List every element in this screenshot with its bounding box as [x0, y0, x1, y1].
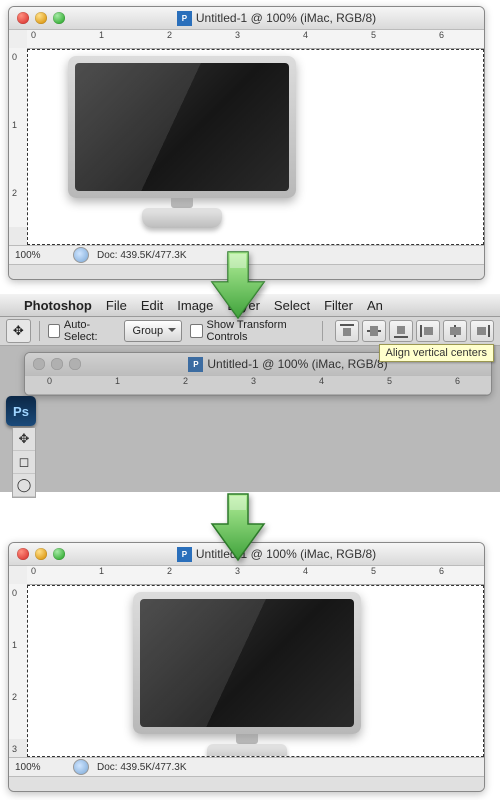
align-horizontal-centers-button[interactable] [443, 320, 467, 342]
tools-panel: ✥ ◻ ◯ [12, 428, 36, 498]
align-button-group [335, 320, 494, 342]
zoom-icon[interactable] [53, 548, 65, 560]
horizontal-ruler: 0 1 2 3 4 5 6 [43, 376, 491, 395]
vertical-ruler[interactable]: 0 1 2 [9, 48, 28, 227]
app-menu[interactable]: Photoshop [24, 298, 92, 313]
ps-doc-icon: P [177, 11, 192, 26]
align-left-edges-button[interactable] [416, 320, 440, 342]
ruler-origin[interactable] [9, 566, 28, 585]
doc-info: Doc: 439.5K/477.3K [97, 250, 187, 261]
menu-image[interactable]: Image [177, 298, 213, 313]
document-title: Untitled-1 @ 100% (iMac, RGB/8) [196, 11, 376, 25]
status-bar: 100% Doc: 439.5K/477.3K [9, 757, 484, 776]
titlebar[interactable]: P Untitled-1 @ 100% (iMac, RGB/8) [9, 7, 484, 30]
canvas[interactable] [27, 585, 484, 757]
imac-artwork[interactable] [133, 592, 361, 757]
close-icon[interactable] [17, 12, 29, 24]
marquee-tool[interactable]: ◻ [13, 451, 35, 474]
zoom-icon [69, 358, 81, 370]
document-window-before: P Untitled-1 @ 100% (iMac, RGB/8) 0 1 2 … [8, 6, 485, 280]
horizontal-scrollbar[interactable] [9, 264, 484, 279]
align-right-edges-button[interactable] [470, 320, 494, 342]
show-transform-checkbox[interactable]: Show Transform Controls [190, 319, 314, 343]
minimize-icon[interactable] [35, 12, 47, 24]
move-tool[interactable]: ✥ [13, 428, 35, 451]
menu-bar[interactable]: Photoshop File Edit Image Layer Select F… [0, 294, 500, 317]
checkbox-icon[interactable] [190, 324, 202, 338]
align-bottom-edges-button[interactable] [389, 320, 413, 342]
minimize-icon[interactable] [35, 548, 47, 560]
horizontal-scrollbar[interactable] [9, 776, 484, 791]
zoom-field[interactable]: 100% [15, 250, 65, 261]
navigator-icon[interactable] [73, 247, 89, 263]
menu-layer[interactable]: Layer [227, 298, 260, 313]
document-window-after: P Untitled-1 @ 100% (iMac, RGB/8) 0 1 2 … [8, 542, 485, 792]
document-title: Untitled-1 @ 100% (iMac, RGB/8) [207, 357, 387, 371]
move-tool-icon[interactable]: ✥ [6, 319, 31, 343]
tooltip: Align vertical centers [379, 344, 495, 362]
close-icon[interactable] [17, 548, 29, 560]
status-bar: 100% Doc: 439.5K/477.3K [9, 245, 484, 264]
lasso-tool[interactable]: ◯ [13, 474, 35, 497]
menu-analysis[interactable]: An [367, 298, 383, 313]
imac-artwork[interactable] [68, 56, 296, 228]
menu-filter[interactable]: Filter [324, 298, 353, 313]
photoshop-chrome: Photoshop File Edit Image Layer Select F… [0, 294, 500, 492]
zoom-icon[interactable] [53, 12, 65, 24]
close-icon [33, 358, 45, 370]
titlebar[interactable]: P Untitled-1 @ 100% (iMac, RGB/8) [9, 543, 484, 566]
ruler-origin[interactable] [9, 30, 28, 49]
menu-edit[interactable]: Edit [141, 298, 163, 313]
options-bar: ✥ Auto-Select: Group Show Transform Cont… [0, 317, 500, 346]
ps-app-icon[interactable]: Ps [6, 396, 36, 426]
align-top-edges-button[interactable] [335, 320, 359, 342]
horizontal-ruler[interactable]: 0 1 2 3 4 5 6 [27, 566, 484, 585]
menu-select[interactable]: Select [274, 298, 310, 313]
horizontal-ruler[interactable]: 0 1 2 3 4 5 6 [27, 30, 484, 49]
navigator-icon[interactable] [73, 759, 89, 775]
auto-select-checkbox[interactable]: Auto-Select: [48, 319, 116, 343]
ps-doc-icon: P [177, 547, 192, 562]
vertical-ruler[interactable]: 0 1 2 3 [9, 584, 28, 739]
ps-doc-icon: P [188, 357, 203, 372]
zoom-field[interactable]: 100% [15, 762, 65, 773]
minimize-icon [51, 358, 63, 370]
doc-info: Doc: 439.5K/477.3K [97, 762, 187, 773]
canvas[interactable] [27, 49, 484, 245]
document-title: Untitled-1 @ 100% (iMac, RGB/8) [196, 547, 376, 561]
checkbox-icon[interactable] [48, 324, 60, 338]
align-vertical-centers-button[interactable] [362, 320, 386, 342]
auto-select-dropdown[interactable]: Group [124, 320, 183, 342]
menu-file[interactable]: File [106, 298, 127, 313]
